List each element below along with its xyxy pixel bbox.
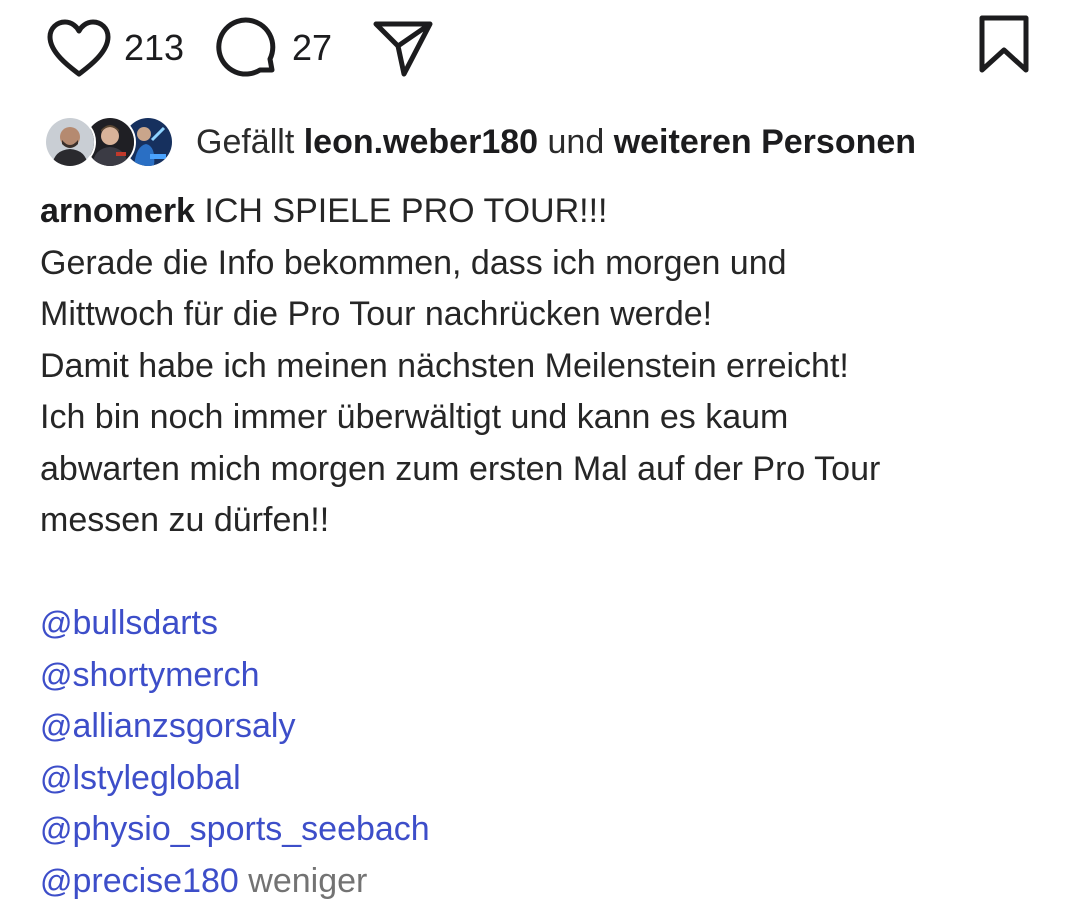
threads-at-icon: @ [40,863,72,899]
post-action-bar: 213 27 [0,0,1080,96]
mention-handle: precise180 [72,862,238,900]
mention-handle: lstyleglobal [72,759,240,797]
caption-text: ICH SPIELE PRO TOUR!!! [204,192,607,230]
show-less-link[interactable]: weniger [248,862,367,900]
mention-link[interactable]: @bullsdarts [40,604,218,642]
like-button[interactable]: 213 [46,14,184,82]
comment-bubble-icon [214,15,280,81]
mention-line: @shortymerch [40,650,1060,702]
comment-button[interactable]: 27 [214,14,332,82]
mention-link[interactable]: @lstyleglobal [40,759,241,797]
share-button[interactable] [372,14,434,82]
post-caption: arnomerk ICH SPIELE PRO TOUR!!! Gerade d… [40,186,1060,907]
comment-count: 27 [292,30,332,66]
save-button[interactable] [978,10,1030,78]
threads-at-icon: @ [40,811,72,847]
mention-handle: physio_sports_seebach [72,810,429,848]
threads-at-icon: @ [40,657,72,693]
caption-line: abwarten mich morgen zum ersten Mal auf … [40,444,1060,496]
liked-by-others[interactable]: weiteren Personen [614,123,916,161]
mention-link[interactable]: @allianzsgorsaly [40,707,295,745]
liked-by-text: Gefällt leon.weber180 und weiteren Perso… [196,123,916,162]
caption-line: Damit habe ich meinen nächsten Meilenste… [40,341,1060,393]
threads-at-icon: @ [40,605,72,641]
liked-by-row[interactable]: Gefällt leon.weber180 und weiteren Perso… [44,114,916,170]
mention-line: @bullsdarts [40,598,1060,650]
mention-line: @precise180 weniger [40,856,1060,907]
threads-at-icon: @ [40,708,72,744]
mention-line: @allianzsgorsaly [40,701,1060,753]
paper-plane-icon [372,18,434,78]
caption-line: arnomerk ICH SPIELE PRO TOUR!!! [40,186,1060,238]
mention-line: @lstyleglobal [40,753,1060,805]
liker-avatars[interactable] [44,116,172,168]
like-count: 213 [124,30,184,66]
liked-by-user[interactable]: leon.weber180 [304,123,538,161]
avatar[interactable] [44,116,96,168]
mention-handle: bullsdarts [72,604,218,642]
caption-spacer [40,547,1060,599]
mention-line: @physio_sports_seebach [40,804,1060,856]
threads-at-icon: @ [40,760,72,796]
heart-icon [46,18,112,78]
caption-line: messen zu dürfen!! [40,495,1060,547]
caption-line: Gerade die Info bekommen, dass ich morge… [40,238,1060,290]
mention-link[interactable]: @precise180 [40,862,239,900]
caption-line: Ich bin noch immer überwältigt und kann … [40,392,1060,444]
liked-by-conjunction: und [548,123,605,161]
liked-by-prefix: Gefällt [196,123,294,161]
mention-link[interactable]: @shortymerch [40,656,260,694]
mention-handle: shortymerch [72,656,259,694]
bookmark-icon [978,14,1030,74]
mention-link[interactable]: @physio_sports_seebach [40,810,430,848]
caption-author[interactable]: arnomerk [40,192,195,230]
caption-line: Mittwoch für die Pro Tour nachrücken wer… [40,289,1060,341]
mention-handle: allianzsgorsaly [72,707,295,745]
